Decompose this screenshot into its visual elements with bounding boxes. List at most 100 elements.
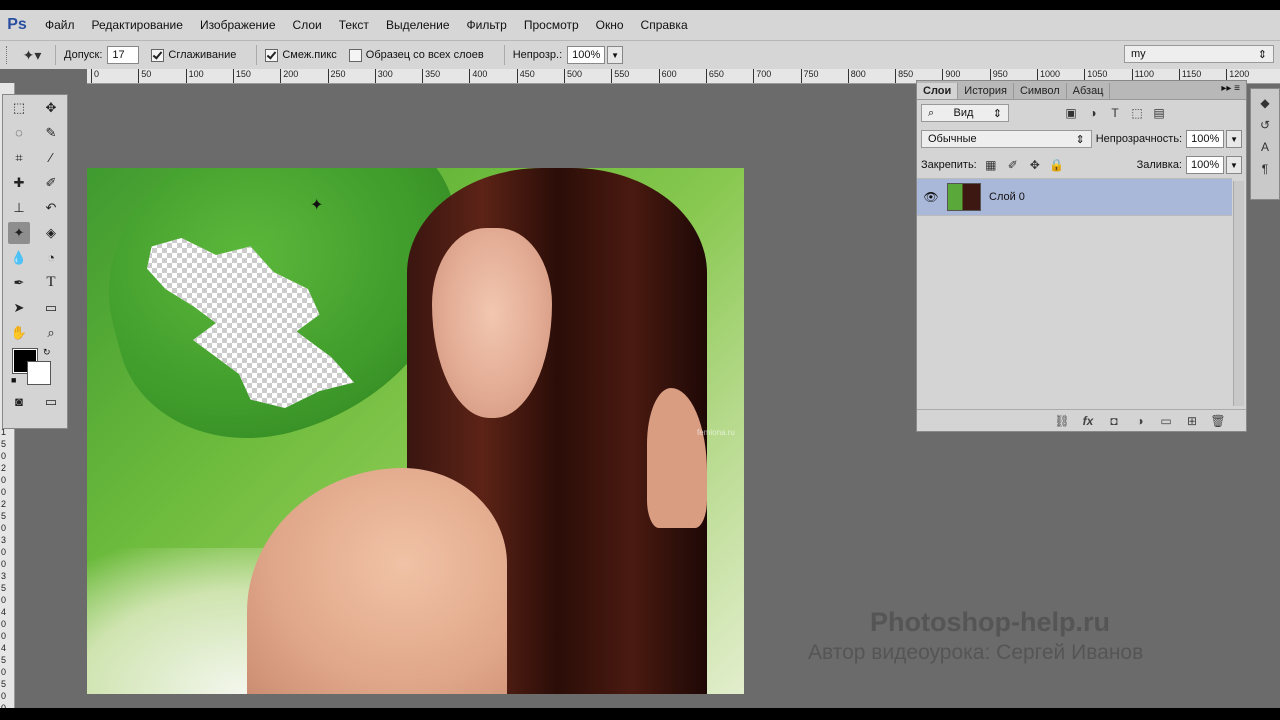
menu-layer[interactable]: Слои [293,18,322,32]
filter-kind-select[interactable]: ⌕ Вид ⇕ [921,104,1009,122]
antialias-group[interactable]: Сглаживание [151,48,236,62]
history-brush-tool-icon[interactable]: ↶ [40,197,62,219]
lock-pixels-icon[interactable]: ✐ [1005,157,1021,173]
opacity-dropdown-icon[interactable]: ▼ [607,46,624,64]
opacity-input[interactable]: 100% [567,46,606,64]
clone-stamp-tool-icon[interactable]: ⊥ [8,197,30,219]
ruler-tick: 0 [1,547,7,557]
shape-tool-icon[interactable]: ▭ [40,297,62,319]
new-layer-icon[interactable]: ⊞ [1184,413,1200,429]
magic-eraser-cursor-icon: ✦ [310,197,324,214]
menu-select[interactable]: Выделение [386,18,450,32]
quick-mask-icon[interactable]: ◙ [8,391,30,413]
path-select-tool-icon[interactable]: ➤ [8,297,30,319]
filter-image-icon[interactable]: ▣ [1063,105,1079,121]
layer-name[interactable]: Слой 0 [989,191,1025,203]
quick-select-tool-icon[interactable]: ✎ [40,122,62,144]
crop-tool-icon[interactable]: ⌗ [8,147,30,169]
filter-smart-object-icon[interactable]: ▤ [1151,105,1167,121]
ruler-tick: 0 [1,667,7,677]
menu-type[interactable]: Текст [339,18,369,32]
antialias-checkbox[interactable] [151,48,165,62]
tab-layers[interactable]: Слои [917,83,959,99]
visibility-eye-icon[interactable]: 👁 [921,190,941,204]
paragraph-panel-icon[interactable]: ¶ [1257,161,1273,177]
character-panel-icon[interactable]: A [1257,139,1273,155]
move-tool-icon[interactable]: ✥ [40,97,62,119]
layers-panel-icon[interactable]: ◆ [1257,95,1273,111]
menu-image[interactable]: Изображение [200,18,276,32]
filter-type-icon[interactable]: T [1107,105,1123,121]
tab-history[interactable]: История [958,83,1014,99]
layer-opacity-input[interactable]: 100% [1186,130,1225,148]
pen-tool-icon[interactable]: ✒ [8,272,30,294]
adjustment-layer-icon[interactable]: ◑ [1132,413,1148,429]
ruler-tick: 0 [1,487,7,497]
type-tool-icon[interactable]: T [40,272,62,294]
blend-mode-select[interactable]: Обычные ⇕ [921,130,1092,148]
tab-paragraph[interactable]: Абзац [1067,83,1111,99]
filter-adjustment-icon[interactable]: ◑ [1085,105,1101,121]
workspace-select[interactable]: my ⇕ [1124,45,1274,63]
ruler-tick: 5 [1,439,7,449]
magic-eraser-preset-icon[interactable]: ✦▾ [17,45,47,65]
document-canvas[interactable]: femiona.ru [87,168,744,694]
paint-bucket-tool-icon[interactable]: ◈ [40,222,62,244]
magic-eraser-tool-icon[interactable]: ✦ [8,221,30,244]
fill-input[interactable]: 100% [1186,156,1224,174]
ruler-tick: 0 [1,619,7,629]
panel-scrollbar[interactable] [1233,181,1244,406]
menu-file[interactable]: Файл [45,18,75,32]
opacity-label: Непрозрачность: [1095,133,1183,145]
contiguous-group[interactable]: Смеж.пикс [265,48,337,62]
screen-mode-icon[interactable]: ▭ [40,391,62,413]
default-colors-icon[interactable]: ■ [11,375,16,385]
ruler-tick: 200 [280,69,298,83]
background-color-swatch[interactable] [27,361,51,385]
history-panel-icon[interactable]: ↺ [1257,117,1273,133]
layer-style-fx-icon[interactable]: fx [1080,413,1096,429]
ruler-tick: 0 [1,475,7,485]
hand-tool-icon[interactable]: ✋ [8,322,30,344]
layer-opacity-dropdown-icon[interactable]: ▼ [1226,130,1242,148]
panel-menu-icon[interactable]: ▸▸ ≡ [1221,83,1240,94]
swap-colors-icon[interactable]: ↻ [43,347,51,358]
ruler-tick: 4 [1,643,7,653]
link-layers-icon[interactable]: ⛓ [1054,413,1070,429]
lock-transparency-icon[interactable]: ▦ [983,157,999,173]
ruler-tick: 450 [516,69,535,83]
lock-position-icon[interactable]: ✥ [1027,157,1043,173]
zoom-tool-icon[interactable]: ⌕ [40,322,62,344]
add-mask-icon[interactable]: ◘ [1106,413,1122,429]
menu-window[interactable]: Окно [596,18,624,32]
tolerance-input[interactable]: 17 [107,46,140,64]
layer-row[interactable]: 👁 Слой 0 [917,178,1232,216]
eyedropper-tool-icon[interactable]: ⁄ [40,147,62,169]
lock-all-icon[interactable]: 🔒 [1049,157,1065,173]
contiguous-checkbox[interactable] [265,48,279,62]
filter-shape-icon[interactable]: ⬚ [1129,105,1145,121]
layers-panel: Слои История Символ Абзац ▸▸ ≡ ⌕ Вид ⇕ ▣… [916,80,1247,432]
marquee-tool-icon[interactable]: ⬚ [8,97,30,119]
sample-all-checkbox[interactable] [348,48,362,62]
ruler-tick: 700 [753,69,771,83]
options-grip[interactable] [6,46,11,64]
dodge-tool-icon[interactable]: ◔ [40,247,62,269]
ruler-tick: 500 [564,69,582,83]
delete-layer-icon[interactable]: 🗑 [1210,413,1226,429]
menu-edit[interactable]: Редактирование [92,18,183,32]
blur-tool-icon[interactable]: 💧 [8,247,30,269]
lasso-tool-icon[interactable]: ◌ [8,122,30,144]
menu-filter[interactable]: Фильтр [467,18,507,32]
brush-tool-icon[interactable]: ✐ [40,172,62,194]
sample-all-group[interactable]: Образец со всех слоев [348,48,484,62]
fill-dropdown-icon[interactable]: ▼ [1226,156,1242,174]
healing-brush-tool-icon[interactable]: ✚ [8,172,30,194]
menu-help[interactable]: Справка [641,18,688,32]
opacity-group: Непрозр.: 100% ▼ [513,46,624,64]
chevron-updown-icon: ⇕ [992,107,1002,120]
new-group-icon[interactable]: ▭ [1158,413,1174,429]
ruler-tick: 850 [895,69,913,83]
tab-character[interactable]: Символ [1014,83,1067,99]
menu-view[interactable]: Просмотр [524,18,579,32]
